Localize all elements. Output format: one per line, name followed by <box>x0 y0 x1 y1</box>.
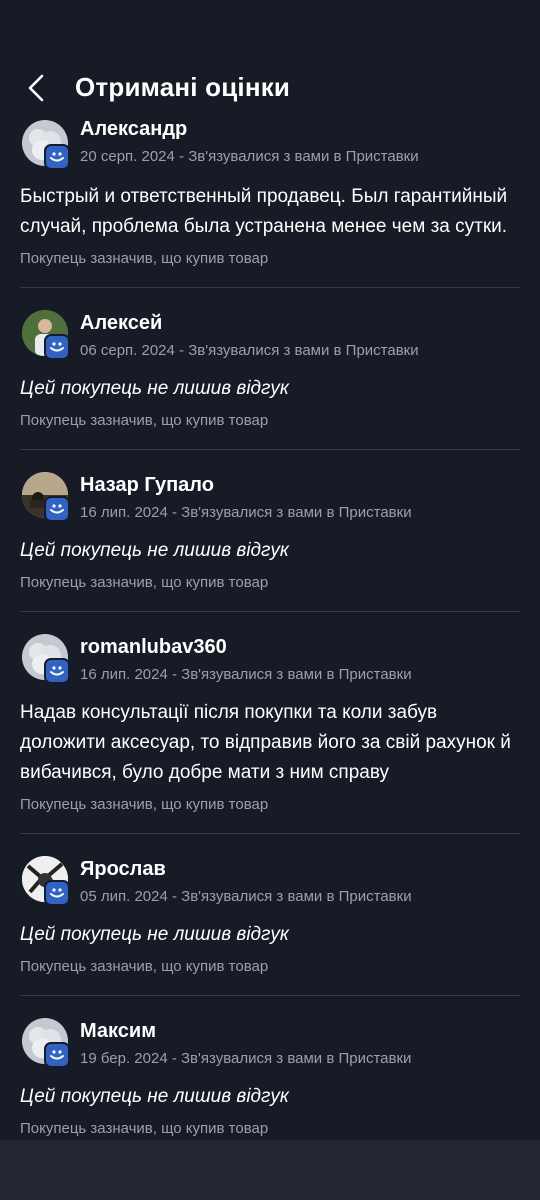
review-text: Цей покупець не лишив відгук <box>20 924 289 945</box>
review-meta: 06 серп. 2024 - Зв'язувалися з вами в Пр… <box>80 342 419 359</box>
review-text: Цей покупець не лишив відгук <box>20 540 289 561</box>
purchase-note: Покупець зазначив, що купив товар <box>20 574 269 591</box>
purchase-note: Покупець зазначив, що купив товар <box>20 1120 269 1137</box>
review-meta: 16 лип. 2024 - Зв'язувалися з вами в При… <box>80 504 412 521</box>
olx-badge-icon <box>44 658 70 684</box>
review-meta: 05 лип. 2024 - Зв'язувалися з вами в При… <box>80 888 412 905</box>
review-text: Быстрый и ответственный продавец. Был га… <box>20 186 508 237</box>
review-item: Ярослав 05 лип. 2024 - Зв'язувалися з ва… <box>20 834 520 996</box>
header: Отримані оцінки <box>0 0 540 118</box>
olx-badge-icon <box>44 144 70 170</box>
reviewer-name: Ярослав <box>80 858 166 880</box>
review-text: Надав консультації після покупки та коли… <box>20 702 511 783</box>
review-item: Максим 19 бер. 2024 - Зв'язувалися з вам… <box>20 996 520 1140</box>
olx-badge-icon <box>44 334 70 360</box>
review-meta: 19 бер. 2024 - Зв'язувалися з вами в При… <box>80 1050 412 1067</box>
reviews-list[interactable]: Александр 20 серп. 2024 - Зв'язувалися з… <box>0 118 540 1140</box>
olx-badge-icon <box>44 1042 70 1068</box>
back-button[interactable] <box>16 68 56 108</box>
review-item: Назар Гупало 16 лип. 2024 - Зв'язувалися… <box>20 450 520 612</box>
review-item: romanlubav360 16 лип. 2024 - Зв'язувалис… <box>20 612 520 834</box>
review-text: Цей покупець не лишив відгук <box>20 1086 289 1107</box>
avatar[interactable] <box>22 120 70 170</box>
avatar[interactable] <box>22 472 70 522</box>
avatar[interactable] <box>22 1018 70 1068</box>
reviewer-name: Максим <box>80 1020 156 1042</box>
purchase-note: Покупець зазначив, що купив товар <box>20 958 269 975</box>
app-screen: Отримані оцінки Александр 20 серп. 2024 … <box>0 0 540 1200</box>
reviewer-name: Назар Гупало <box>80 474 214 496</box>
review-text: Цей покупець не лишив відгук <box>20 378 289 399</box>
review-item: Александр 20 серп. 2024 - Зв'язувалися з… <box>20 118 520 288</box>
reviewer-name: Александр <box>80 118 188 140</box>
review-meta: 16 лип. 2024 - Зв'язувалися з вами в При… <box>80 666 412 683</box>
avatar[interactable] <box>22 310 70 360</box>
bottom-bar <box>0 1140 540 1200</box>
avatar[interactable] <box>22 634 70 684</box>
review-item: Алексей 06 серп. 2024 - Зв'язувалися з в… <box>20 288 520 450</box>
olx-badge-icon <box>44 880 70 906</box>
purchase-note: Покупець зазначив, що купив товар <box>20 412 269 429</box>
page-title: Отримані оцінки <box>75 72 291 102</box>
avatar[interactable] <box>22 856 70 906</box>
reviewer-name: romanlubav360 <box>80 636 227 658</box>
reviewer-name: Алексей <box>80 312 163 334</box>
olx-badge-icon <box>44 496 70 522</box>
chevron-left-icon <box>28 74 44 102</box>
purchase-note: Покупець зазначив, що купив товар <box>20 796 269 813</box>
purchase-note: Покупець зазначив, що купив товар <box>20 250 269 267</box>
review-meta: 20 серп. 2024 - Зв'язувалися з вами в Пр… <box>80 148 419 165</box>
